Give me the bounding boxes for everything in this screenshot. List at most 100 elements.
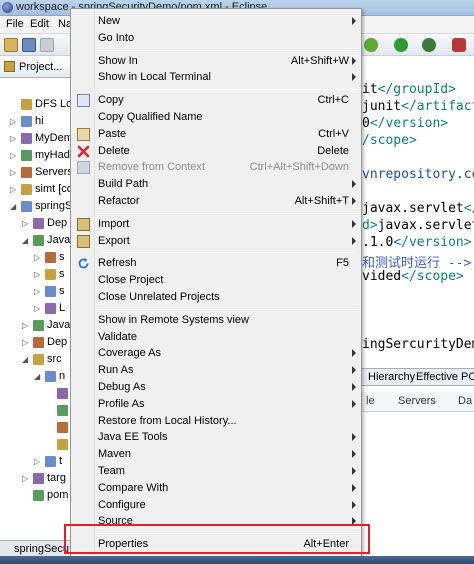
menu-item-label: Show in Remote Systems view bbox=[98, 313, 249, 326]
menu-item-close-unrelated-projects[interactable]: Close Unrelated Projects bbox=[72, 289, 361, 306]
tree-item[interactable]: ▷ Servers bbox=[0, 164, 72, 181]
tree-collapsed-icon[interactable]: ▷ bbox=[10, 151, 16, 160]
external-tools-icon[interactable] bbox=[422, 38, 436, 52]
tab-dependency-hierarchy[interactable]: Hierarchy bbox=[368, 371, 415, 383]
tree-item[interactable]: pom bbox=[0, 487, 72, 504]
tree-collapsed-icon[interactable]: ▷ bbox=[10, 117, 16, 126]
menu-item-java-ee-tools[interactable]: Java EE Tools bbox=[72, 429, 361, 446]
menu-item-copy-qualified-name[interactable]: Copy Qualified Name bbox=[72, 109, 361, 126]
tab-data[interactable]: Da bbox=[458, 395, 472, 407]
menu-item-refresh[interactable]: Refresh F5 bbox=[72, 255, 361, 272]
tree-item-label: DFS Loc bbox=[35, 98, 72, 110]
tree-collapsed-icon[interactable]: ▷ bbox=[34, 287, 40, 296]
menu-item-delete[interactable]: Delete Delete bbox=[72, 143, 361, 160]
tree-collapsed-icon[interactable]: ▷ bbox=[22, 321, 28, 330]
menu-item-go-into[interactable]: Go Into bbox=[72, 30, 361, 47]
submenu-arrow-icon bbox=[352, 467, 356, 475]
menu-item-build-path[interactable]: Build Path bbox=[72, 176, 361, 193]
tree-item[interactable]: ▷ s bbox=[0, 283, 72, 300]
tab-servers[interactable]: Servers bbox=[398, 395, 436, 407]
project-item-icon bbox=[33, 235, 44, 246]
menu-item-show-in-local-terminal[interactable]: Show in Local Terminal bbox=[72, 69, 361, 86]
tree-collapsed-icon[interactable]: ▷ bbox=[34, 270, 40, 279]
menu-item-validate[interactable]: Validate bbox=[72, 329, 361, 346]
tree-expanded-icon[interactable]: ◢ bbox=[10, 202, 16, 211]
menu-item-label: Close Project bbox=[98, 274, 164, 287]
tree-item[interactable]: ▷ Java bbox=[0, 317, 72, 334]
menu-item-show-in[interactable]: Show In Alt+Shift+W bbox=[72, 53, 361, 70]
tree-expanded-icon[interactable]: ◢ bbox=[34, 372, 40, 381]
tree-item[interactable]: ◢ springS bbox=[0, 198, 72, 215]
tree-item[interactable]: ◢ Java bbox=[0, 232, 72, 249]
tree-item[interactable]: ▷ t bbox=[0, 453, 72, 470]
print-icon[interactable] bbox=[40, 38, 54, 52]
debug-icon[interactable] bbox=[364, 38, 378, 52]
menu-item-label: Run As bbox=[98, 364, 134, 377]
menu-item-restore-from-local-history[interactable]: Restore from Local History... bbox=[72, 413, 361, 430]
tree-item[interactable]: ▷ Dep bbox=[0, 334, 72, 351]
tree-item[interactable]: ▷ MyDem bbox=[0, 130, 72, 147]
menu-item-maven[interactable]: Maven bbox=[72, 446, 361, 463]
menu-item-run-as[interactable]: Run As bbox=[72, 362, 361, 379]
menu-item-compare-with[interactable]: Compare With bbox=[72, 480, 361, 497]
tree-item[interactable]: ◢ src bbox=[0, 351, 72, 368]
tree-collapsed-icon[interactable]: ▷ bbox=[10, 185, 16, 194]
tree-item[interactable] bbox=[0, 402, 72, 419]
menu-item-team[interactable]: Team bbox=[72, 463, 361, 480]
tab-console[interactable]: le bbox=[366, 395, 375, 407]
tree-item[interactable]: ◢ n bbox=[0, 368, 72, 385]
code-token: </version> bbox=[393, 235, 472, 250]
menu-item-paste[interactable]: Paste Ctrl+V bbox=[72, 126, 361, 143]
tree-item[interactable]: DFS Loc bbox=[0, 96, 72, 113]
menu-item-profile-as[interactable]: Profile As bbox=[72, 396, 361, 413]
menu-item-label: Copy bbox=[98, 94, 124, 107]
menu-item-show-in-remote-systems-view[interactable]: Show in Remote Systems view bbox=[72, 312, 361, 329]
save-icon[interactable] bbox=[22, 38, 36, 52]
tree-item[interactable]: ▷ L bbox=[0, 300, 72, 317]
menu-edit[interactable]: Edit bbox=[30, 18, 49, 30]
tree-collapsed-icon[interactable]: ▷ bbox=[22, 474, 28, 483]
pom-editor[interactable]: it</groupId> junit</artifact 0</version>/s… bbox=[362, 56, 474, 356]
project-explorer-tab[interactable]: Project... bbox=[0, 56, 72, 78]
tree-collapsed-icon[interactable]: ▷ bbox=[22, 338, 28, 347]
menu-file[interactable]: File bbox=[6, 18, 24, 30]
menu-item-debug-as[interactable]: Debug As bbox=[72, 379, 361, 396]
tree-expanded-icon[interactable]: ◢ bbox=[22, 236, 28, 245]
tree-item[interactable] bbox=[0, 385, 72, 402]
menu-item-close-project[interactable]: Close Project bbox=[72, 272, 361, 289]
menu-item-coverage-as[interactable]: Coverage As bbox=[72, 345, 361, 362]
menu-item-new[interactable]: New bbox=[72, 13, 361, 30]
menu-item-label: Compare With bbox=[98, 481, 169, 494]
menu-item-shortcut: Ctrl+C bbox=[317, 94, 349, 107]
tree-collapsed-icon[interactable]: ▷ bbox=[34, 304, 40, 313]
menu-item-refactor[interactable]: Refactor Alt+Shift+T bbox=[72, 193, 361, 210]
bottom-views-tabs: le Servers Da bbox=[362, 392, 474, 412]
tree-item[interactable]: ▷ simt [co bbox=[0, 181, 72, 198]
bottom-view-tab[interactable]: springSecu bbox=[0, 540, 72, 556]
tree-collapsed-icon[interactable]: ▷ bbox=[10, 134, 16, 143]
new-icon[interactable] bbox=[4, 38, 18, 52]
tree-item[interactable] bbox=[0, 436, 72, 453]
menu-item-export[interactable]: Export bbox=[72, 233, 361, 250]
tree-collapsed-icon[interactable]: ▷ bbox=[34, 253, 40, 262]
tree-item[interactable]: ▷ targ bbox=[0, 470, 72, 487]
tree-expanded-icon[interactable]: ◢ bbox=[22, 355, 28, 364]
menu-item-import[interactable]: Import bbox=[72, 216, 361, 233]
tree-item[interactable]: ▷ s bbox=[0, 266, 72, 283]
tree-collapsed-icon[interactable]: ▷ bbox=[10, 168, 16, 177]
project-explorer-panel: Project... DFS Loc ▷ hi ▷ MyDem ▷ myHado ▷ Serve… bbox=[0, 56, 72, 564]
tree-item[interactable] bbox=[0, 419, 72, 436]
tree-item[interactable]: ▷ s bbox=[0, 249, 72, 266]
project-item-icon bbox=[21, 133, 32, 144]
menu-item-configure[interactable]: Configure bbox=[72, 497, 361, 514]
tree-item[interactable]: ▷ hi bbox=[0, 113, 72, 130]
tree-collapsed-icon[interactable]: ▷ bbox=[34, 457, 40, 466]
tree-item[interactable]: ▷ myHado bbox=[0, 147, 72, 164]
tree-item-label: simt [co bbox=[35, 183, 72, 195]
tab-effective-pom[interactable]: Effective POM bbox=[416, 371, 474, 383]
run-icon[interactable] bbox=[394, 38, 408, 52]
menu-item-copy[interactable]: Copy Ctrl+C bbox=[72, 92, 361, 109]
tree-collapsed-icon[interactable]: ▷ bbox=[22, 219, 28, 228]
server-icon[interactable] bbox=[452, 38, 466, 52]
tree-item[interactable]: ▷ Dep bbox=[0, 215, 72, 232]
